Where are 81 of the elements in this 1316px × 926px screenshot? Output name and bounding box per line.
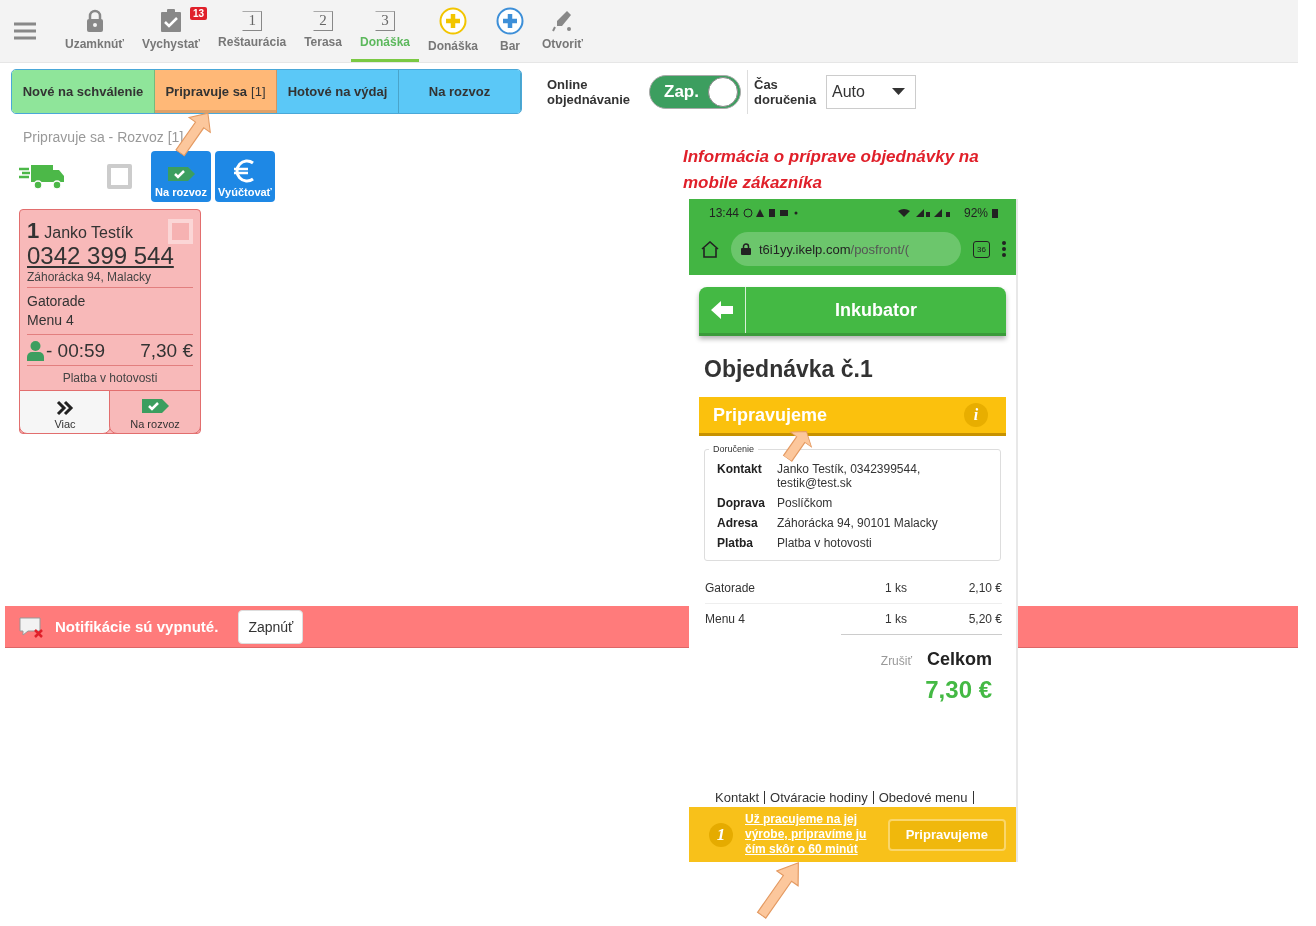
card-button[interactable]: Viac [19,390,111,434]
detail-value: Platba v hotovosti [777,536,872,550]
status-tab[interactable]: Hotové na výdaj [277,70,399,113]
annotation-text: Informácia o príprave objednávky na mobile zákazníka [683,146,980,194]
delivery-time-select[interactable]: Auto [826,74,916,109]
detail-label: Platba [717,536,754,550]
double-chevron-icon [56,400,74,416]
table-number-icon: 2 [313,10,334,31]
clock-text: 13:44 [709,205,740,220]
status-tab[interactable]: Pripravuje sa [1] [155,70,277,113]
action-button[interactable]: Vyúčtovať [215,151,275,202]
footer-link[interactable]: Obedové menu [873,791,974,804]
menu-icon[interactable] [14,22,36,40]
detail-label: Doprava [717,496,767,510]
status-tab[interactable]: Nové na schválenie [12,70,155,113]
price-text: 7,30 € [140,340,193,362]
toolbar-button[interactable]: Bar [487,0,534,62]
delivery-time-label: Čas doručenia [754,76,816,107]
table-number-icon: 1 [242,10,263,31]
battery-text: 92% [963,205,988,220]
toolbar-button[interactable]: 13 Vychystať [133,0,210,62]
item-name: Gatorade [705,581,757,595]
battery-icon [992,207,998,218]
back-icon[interactable] [711,301,733,319]
home-icon[interactable] [701,240,719,258]
payment-text: Platba v hotovosti [62,371,158,385]
tag-check-icon [140,396,170,416]
order-item: Gatorade [27,292,87,311]
time-text: - 00:59 [46,340,106,362]
action-button[interactable]: Na rozvoz [151,151,211,202]
item-price: 5,20 € [967,612,1002,626]
header-title: Inkubator [834,299,918,321]
customer-name: 1 Janko Testík [27,218,133,244]
total-amount: 7,30 € [925,676,992,703]
address-text: Záhorácka 94, Malacky [27,270,152,284]
status-text: Pripravujeme [713,404,828,426]
item-price: 2,10 € [967,581,1002,595]
detail-label: Kontakt [717,462,763,478]
order-item: Menu 4 [27,311,75,330]
footer-link[interactable]: Otváracie hodiny [765,791,874,804]
item-name: Menu 4 [705,612,747,626]
count-badge: 13 [190,7,208,20]
order-checkbox[interactable] [168,218,193,244]
step-number: 1 [709,822,733,847]
phone-link[interactable]: 0342 399 544 [27,242,174,270]
detail-value: Janko Testík, 0342399544, testik@test.sk [777,462,922,490]
enable-button[interactable]: Zapnúť [238,609,304,644]
notification-off-icon [19,615,45,638]
person-icon [27,341,44,361]
toolbar-button[interactable]: Otvoriť [533,0,593,62]
lock-icon [741,243,751,255]
more-icon[interactable] [1002,241,1006,257]
order-title: Objednávka č.1 [704,356,874,383]
total-label: Celkom [926,649,992,670]
online-ordering-label: Online objednávanie [547,76,632,107]
toolbar-button[interactable]: 2 Terasa [295,0,351,62]
select-all-checkbox[interactable] [107,164,132,189]
table-number-icon: 3 [375,10,395,31]
status-tab[interactable]: Na rozvoz [399,70,521,113]
toolbar-button[interactable]: Uzamknúť [56,0,134,62]
address-bar[interactable]: t6i1yy.ikelp.com/posfront/( [731,232,961,266]
tab-count-button[interactable]: 36 [973,240,990,258]
toolbar-button[interactable]: 3 Donáška [350,0,419,62]
toolbar-button[interactable]: Donáška [419,0,488,62]
clipboard-check-icon [160,8,183,33]
tag-check-icon [166,164,196,184]
detail-value: Poslíčkom [777,496,833,510]
detail-label: Adresa [717,516,759,530]
item-quantity: 1 ks [885,581,908,595]
toolbar-button[interactable]: 1 Reštaurácia [209,0,296,62]
footer-link[interactable]: Kontakt [715,791,766,804]
card-button[interactable]: Na rozvoz [109,390,201,434]
item-quantity: 1 ks [885,612,908,626]
delivery-truck-icon [19,162,65,191]
detail-value: Záhorácka 94, 90101 Malacky [777,516,938,530]
lock-icon [85,8,104,33]
caret-icon [892,88,905,95]
cancel-link[interactable]: Zrušiť [880,654,912,668]
notification-text: Notifikácie sú vypnuté. [55,618,219,635]
online-ordering-toggle[interactable]: Zap. [649,74,741,109]
details-legend: Doručenie [709,444,759,454]
